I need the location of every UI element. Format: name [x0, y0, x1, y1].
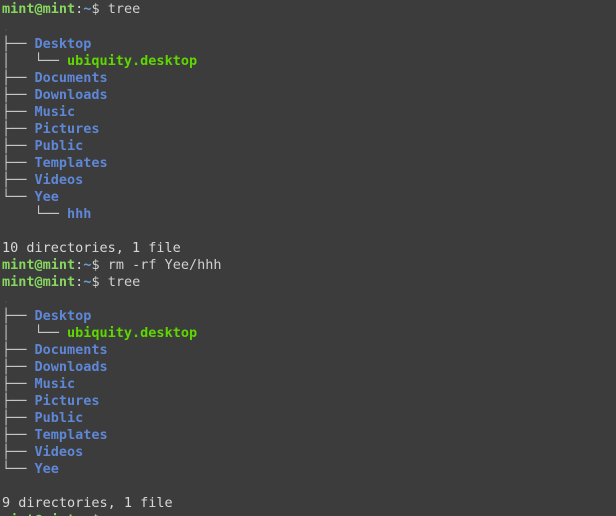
tree-directory-name: Videos: [34, 172, 84, 188]
tree-entry: │ └── ubiquity.desktop: [0, 325, 616, 342]
tree-directory-name: Documents: [34, 342, 108, 358]
tree-summary-line: 10 directories, 1 file: [0, 240, 616, 257]
prompt-user-host: mint@mint: [2, 512, 75, 516]
tree-branch-connector: └──: [2, 206, 68, 222]
tree-directory-name: Music: [34, 104, 76, 120]
tree-branch-connector: └──: [2, 189, 35, 205]
tree-directory-name: Music: [34, 376, 76, 392]
prompt-user-host: mint@mint: [2, 1, 76, 17]
tree-directory-name: Downloads: [34, 359, 108, 375]
tree-directory-name: hhh: [67, 206, 92, 222]
tree-entry: ├── Music: [0, 104, 616, 121]
prompt-user-host: mint@mint: [2, 257, 76, 273]
tree-entry: ├── Documents: [0, 70, 616, 87]
tree-branch-connector: │ └──: [2, 53, 68, 69]
tree-entry: └── Yee: [0, 461, 616, 478]
tree-directory-name: Public: [34, 138, 84, 154]
tree-entry: └── Yee: [0, 189, 616, 206]
tree-entry: ├── Videos: [0, 172, 616, 189]
tree-entry: ├── Desktop: [0, 36, 616, 53]
tree-directory-name: Pictures: [34, 121, 100, 137]
tree-entry: ├── Templates: [0, 427, 616, 444]
tree-entry: ├── Documents: [0, 342, 616, 359]
tree-root-dot: .: [2, 19, 11, 35]
tree-branch-connector: ├──: [2, 308, 35, 324]
tree-branch-connector: ├──: [2, 359, 35, 375]
tree-entry: ├── Pictures: [0, 393, 616, 410]
tree-branch-connector: ├──: [2, 376, 35, 392]
tree-branch-connector: ├──: [2, 172, 35, 188]
tree-directory-name: Templates: [34, 155, 108, 171]
tree-root-marker: .: [0, 291, 616, 308]
tree-branch-connector: ├──: [2, 36, 35, 52]
tree-directory-name: Desktop: [34, 308, 92, 324]
tree-root-marker: .: [0, 19, 616, 36]
tree-directory-name: Desktop: [34, 36, 92, 52]
tree-entry: └── hhh: [0, 206, 616, 223]
prompt-sigil: $: [91, 1, 100, 17]
terminal-prompt-line: mint@mint:~$ tree: [0, 0, 616, 19]
tree-root-dot: .: [2, 291, 11, 307]
tree-entry: ├── Downloads: [0, 359, 616, 376]
tree-branch-connector: └──: [2, 461, 35, 477]
tree-directory-name: Videos: [34, 444, 84, 460]
tree-branch-connector: ├──: [2, 427, 35, 443]
tree-branch-connector: ├──: [2, 87, 35, 103]
tree-summary-text: 10 directories, 1 file: [2, 240, 181, 256]
prompt-sigil: $: [91, 274, 100, 290]
prompt-sigil: $: [91, 512, 99, 516]
tree-directory-name: Downloads: [34, 87, 108, 103]
tree-branch-connector: ├──: [2, 342, 35, 358]
tree-branch-connector: ├──: [2, 70, 35, 86]
tree-branch-connector: ├──: [2, 393, 35, 409]
tree-entry: ├── Public: [0, 138, 616, 155]
command-text: rm -rf Yee/hhh: [99, 257, 222, 273]
tree-entry: ├── Desktop: [0, 308, 616, 325]
tree-branch-connector: ├──: [2, 410, 35, 426]
tree-entry: ├── Public: [0, 410, 616, 427]
tree-entry: ├── Templates: [0, 155, 616, 172]
tree-directory-name: Public: [34, 410, 84, 426]
command-text: tree: [99, 274, 141, 290]
tree-branch-connector: ├──: [2, 444, 35, 460]
tree-summary-line: 9 directories, 1 file: [0, 495, 616, 512]
tree-summary-text: 9 directories, 1 file: [2, 495, 173, 511]
terminal-output: mint@mint:~$ tree. ├── Desktop │ └── ubiqu…: [0, 0, 616, 516]
tree-file-name: ubiquity.desktop: [67, 53, 198, 69]
tree-branch-connector: ├──: [2, 155, 35, 171]
tree-branch-connector: ├──: [2, 104, 35, 120]
terminal-prompt-line: mint@mint:~$ tree: [0, 274, 616, 291]
command-text: tree: [99, 1, 141, 17]
terminal-prompt-line: mint@mint:~$: [0, 512, 616, 516]
tree-entry: ├── Downloads: [0, 87, 616, 104]
tree-entry: ├── Pictures: [0, 121, 616, 138]
tree-branch-connector: ├──: [2, 138, 35, 154]
tree-directory-name: Yee: [34, 461, 59, 477]
prompt-sigil: $: [91, 257, 100, 273]
tree-branch-connector: │ └──: [2, 325, 68, 341]
tree-directory-name: Documents: [34, 70, 108, 86]
tree-directory-name: Templates: [34, 427, 108, 443]
tree-entry: ├── Videos: [0, 444, 616, 461]
terminal-window[interactable]: mint@mint:~$ tree. ├── Desktop │ └── ubiqu…: [0, 0, 616, 516]
terminal-prompt-line: mint@mint:~$ rm -rf Yee/hhh: [0, 257, 616, 274]
tree-entry: ├── Music: [0, 376, 616, 393]
tree-directory-name: Pictures: [34, 393, 100, 409]
tree-entry: │ └── ubiquity.desktop: [0, 53, 616, 70]
tree-file-name: ubiquity.desktop: [67, 325, 198, 341]
tree-branch-connector: ├──: [2, 121, 35, 137]
prompt-user-host: mint@mint: [2, 274, 76, 290]
tree-directory-name: Yee: [34, 189, 59, 205]
